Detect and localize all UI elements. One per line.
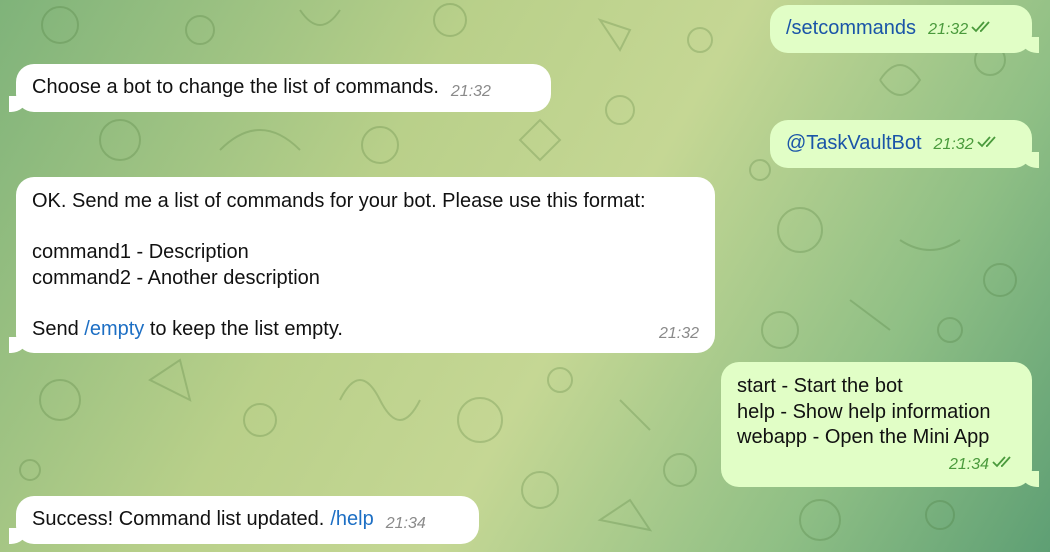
message-text-line: webapp - Open the Mini App — [737, 426, 990, 448]
read-double-check-icon — [992, 455, 1011, 467]
read-double-check-icon — [971, 21, 990, 33]
message-time: 21:32 — [658, 324, 699, 342]
message-text-line: command1 - Description — [32, 241, 249, 263]
read-double-check-icon — [976, 136, 996, 148]
message-bubble-incoming[interactable]: Choose a bot to change the list of comma… — [9, 64, 551, 112]
message-time: 21:32 — [933, 136, 974, 153]
command-link[interactable]: /empty — [84, 318, 144, 340]
message-text-line: OK. Send me a list of commands for your … — [32, 190, 646, 212]
message-text-line: start - Start the bot — [737, 375, 903, 397]
message-text: Choose a bot to change the list of comma… — [32, 76, 439, 98]
message-time: 21:32 — [450, 83, 491, 100]
command-link[interactable]: /help — [330, 507, 373, 533]
message-text: to keep the list empty. — [149, 317, 343, 340]
message-time: 21:34 — [385, 515, 426, 532]
message-text: Success! Command list updated. — [32, 508, 325, 530]
message-text-line: command2 - Another description — [32, 266, 320, 289]
message-time: 21:32 — [928, 21, 969, 38]
command-link[interactable]: /setcommands — [786, 16, 916, 42]
message-bubble-outgoing[interactable]: start - Start the bot help - Show help i… — [721, 362, 1039, 487]
message-bubble-incoming[interactable]: Success! Command list updated. /help 21:… — [9, 496, 479, 544]
message-bubble-incoming[interactable]: OK. Send me a list of commands for your … — [9, 177, 715, 353]
message-bubble-outgoing[interactable]: @TaskVaultBot 21:32 — [770, 120, 1039, 168]
mention-link[interactable]: @TaskVaultBot — [786, 131, 922, 157]
message-bubble-outgoing[interactable]: /setcommands 21:32 — [770, 5, 1039, 53]
message-text: Send — [32, 317, 79, 340]
message-time: 21:34 — [948, 455, 989, 473]
message-text-line: help - Show help information — [737, 400, 991, 423]
